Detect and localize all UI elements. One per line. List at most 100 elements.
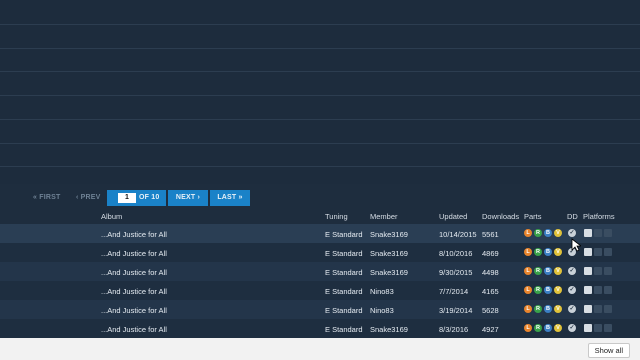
platform-icon (604, 229, 612, 237)
part-b-icon: B (544, 324, 552, 332)
cell-tuning: E Standard (325, 268, 363, 277)
part-v-icon: V (554, 286, 562, 294)
divider (0, 119, 640, 120)
table-row[interactable]: ...And Justice for All E Standard Snake316… (0, 243, 640, 262)
platform-icon (584, 286, 592, 294)
part-l-icon: L (524, 229, 532, 237)
page-number-box: OF 10 (107, 190, 166, 206)
dd-check-icon: ✓ (568, 229, 576, 237)
cell-album[interactable]: ...And Justice for All (101, 325, 167, 334)
dd-check-icon: ✓ (568, 305, 576, 313)
page-number-input[interactable] (118, 193, 136, 203)
platform-icon (594, 305, 602, 313)
part-v-icon: V (554, 267, 562, 275)
cell-updated: 10/14/2015 (439, 230, 477, 239)
cell-member[interactable]: Nino83 (370, 306, 394, 315)
header-parts[interactable]: Parts (524, 212, 542, 221)
part-v-icon: V (554, 324, 562, 332)
dd-check-icon: ✓ (568, 324, 576, 332)
part-l-icon: L (524, 286, 532, 294)
part-l-icon: L (524, 248, 532, 256)
divider (0, 166, 640, 167)
cell-tuning: E Standard (325, 306, 363, 315)
platform-icon (604, 267, 612, 275)
platform-icon (594, 286, 602, 294)
part-v-icon: V (554, 248, 562, 256)
header-dd[interactable]: DD (567, 212, 578, 221)
table-row[interactable]: ...And Justice for All E Standard Snake316… (0, 262, 640, 281)
show-all-button[interactable]: Show all (587, 343, 630, 358)
cell-tuning: E Standard (325, 249, 363, 258)
part-l-icon: L (524, 267, 532, 275)
cell-downloads: 5561 (482, 230, 499, 239)
cell-downloads: 4165 (482, 287, 499, 296)
part-r-icon: R (534, 248, 542, 256)
platform-icon (584, 248, 592, 256)
page-of-label: OF 10 (139, 194, 160, 201)
cell-downloads: 4869 (482, 249, 499, 258)
header-album[interactable]: Album (101, 212, 122, 221)
divider (0, 143, 640, 144)
next-page-button[interactable]: NEXT › (168, 190, 208, 206)
part-l-icon: L (524, 305, 532, 313)
platform-icon (584, 229, 592, 237)
table-row[interactable]: ...And Justice for All E Standard Nino83 7/… (0, 281, 640, 300)
cell-member[interactable]: Snake3169 (370, 268, 408, 277)
table-row[interactable]: ...And Justice for All E Standard Snake316… (0, 319, 640, 338)
empty-content-area (0, 0, 640, 184)
table-row[interactable]: ...And Justice for All E Standard Snake316… (0, 224, 640, 243)
prev-page-link[interactable]: ‹ PREV (76, 194, 101, 201)
last-page-button[interactable]: LAST » (210, 190, 250, 206)
header-member[interactable]: Member (370, 212, 398, 221)
platform-icon (594, 267, 602, 275)
cell-updated: 8/10/2016 (439, 249, 473, 258)
cell-updated: 7/7/2014 (439, 287, 469, 296)
cell-member[interactable]: Snake3169 (370, 325, 408, 334)
header-updated[interactable]: Updated (439, 212, 467, 221)
platform-icon (584, 305, 592, 313)
cell-member[interactable]: Nino83 (370, 287, 394, 296)
cell-updated: 3/19/2014 (439, 306, 473, 315)
platform-icon (604, 286, 612, 294)
header-downloads[interactable]: Downloads (482, 212, 519, 221)
cell-album[interactable]: ...And Justice for All (101, 306, 167, 315)
cell-album[interactable]: ...And Justice for All (101, 287, 167, 296)
part-b-icon: B (544, 305, 552, 313)
divider (0, 71, 640, 72)
dd-check-icon: ✓ (568, 286, 576, 294)
platform-icon (584, 267, 592, 275)
part-v-icon: V (554, 229, 562, 237)
platform-icon (604, 305, 612, 313)
platform-icon (594, 324, 602, 332)
cell-album[interactable]: ...And Justice for All (101, 249, 167, 258)
platform-icon (604, 324, 612, 332)
platform-icon (584, 324, 592, 332)
cell-member[interactable]: Snake3169 (370, 230, 408, 239)
platform-icon (594, 229, 602, 237)
cell-downloads: 4498 (482, 268, 499, 277)
first-page-link[interactable]: « FIRST (33, 194, 60, 201)
cell-member[interactable]: Snake3169 (370, 249, 408, 258)
table-row[interactable]: ...And Justice for All E Standard Nino83 3/… (0, 300, 640, 319)
cell-album[interactable]: ...And Justice for All (101, 230, 167, 239)
cell-downloads: 4927 (482, 325, 499, 334)
divider (0, 24, 640, 25)
cell-downloads: 5628 (482, 306, 499, 315)
part-r-icon: R (534, 267, 542, 275)
divider (0, 48, 640, 49)
part-r-icon: R (534, 305, 542, 313)
platform-icon (604, 248, 612, 256)
part-b-icon: B (544, 286, 552, 294)
cell-tuning: E Standard (325, 325, 363, 334)
divider (0, 95, 640, 96)
dd-check-icon: ✓ (568, 267, 576, 275)
cell-updated: 8/3/2016 (439, 325, 469, 334)
part-b-icon: B (544, 248, 552, 256)
pagination: « FIRST ‹ PREV OF 10 NEXT › LAST » (0, 190, 640, 206)
header-platforms[interactable]: Platforms (583, 212, 615, 221)
part-r-icon: R (534, 324, 542, 332)
cell-updated: 9/30/2015 (439, 268, 473, 277)
header-tuning[interactable]: Tuning (325, 212, 348, 221)
mouse-cursor-icon (571, 238, 581, 252)
cell-album[interactable]: ...And Justice for All (101, 268, 167, 277)
